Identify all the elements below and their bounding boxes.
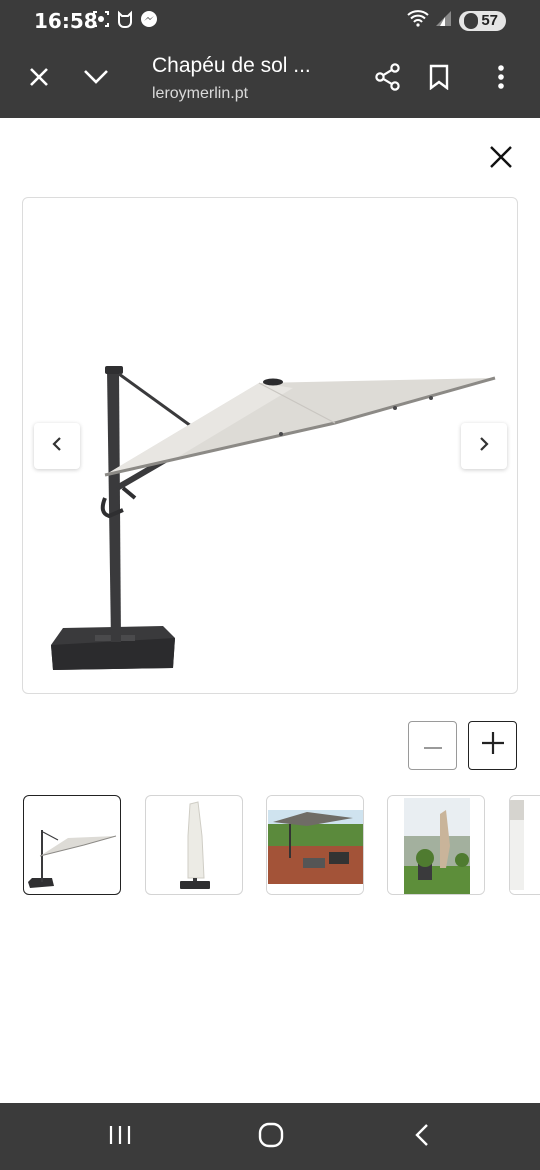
thumbnail-strip[interactable] — [22, 795, 540, 897]
home-icon — [258, 1122, 284, 1153]
status-time: 16:58 — [34, 9, 98, 33]
back-button[interactable] — [402, 1117, 442, 1157]
screen-record-icon — [92, 10, 110, 28]
share-button[interactable] — [369, 60, 407, 98]
thumbnail-umbrella-garden[interactable] — [387, 795, 485, 895]
status-notification-icons — [92, 10, 158, 28]
thumbnail-partial[interactable] — [509, 795, 540, 895]
close-viewer-button[interactable] — [482, 140, 520, 178]
bookmark-icon — [428, 64, 450, 95]
chevron-down-icon — [83, 69, 109, 90]
chevron-left-icon — [52, 436, 62, 457]
minus-icon — [423, 737, 443, 755]
custom-tab-toolbar: Chapéu de sol ... leroymerlin.pt — [0, 40, 540, 118]
battery-icon — [464, 12, 479, 29]
main-image-frame — [22, 197, 518, 694]
home-button[interactable] — [251, 1117, 291, 1157]
recent-apps-button[interactable] — [100, 1117, 140, 1157]
cantilever-umbrella-photo — [51, 366, 496, 670]
cat-face-icon — [116, 10, 134, 28]
system-navigation-bar — [0, 1103, 540, 1170]
more-options-button[interactable] — [482, 60, 520, 98]
back-icon — [414, 1123, 430, 1152]
close-icon — [28, 66, 50, 93]
zoom-out-button[interactable] — [408, 721, 457, 770]
plus-icon — [481, 731, 505, 760]
chevron-right-icon — [479, 436, 489, 457]
zoom-in-button[interactable] — [468, 721, 517, 770]
bookmark-button[interactable] — [420, 60, 458, 98]
page-title: Chapéu de sol ... — [152, 54, 311, 77]
messenger-icon — [140, 10, 158, 28]
signal-icon — [435, 9, 453, 32]
share-icon — [374, 62, 402, 96]
wifi-icon — [407, 9, 429, 32]
image-viewer — [0, 118, 540, 1103]
battery-level: 57 — [481, 11, 498, 29]
thumbnail-umbrella-open[interactable] — [23, 795, 121, 895]
thumbnail-umbrella-covered[interactable] — [145, 795, 243, 895]
close-icon — [488, 144, 514, 175]
thumbnail-umbrella-patio[interactable] — [266, 795, 364, 895]
more-vert-icon — [497, 64, 505, 95]
close-tab-button[interactable] — [20, 60, 58, 98]
status-system-icons: 57 — [407, 9, 506, 32]
status-bar: 16:58 57 — [0, 0, 540, 40]
recent-apps-icon — [108, 1124, 132, 1151]
battery-indicator: 57 — [459, 10, 506, 31]
page-url: leroymerlin.pt — [152, 85, 249, 102]
next-image-button[interactable] — [461, 423, 507, 469]
minimize-tab-button[interactable] — [77, 60, 115, 98]
previous-image-button[interactable] — [34, 423, 80, 469]
